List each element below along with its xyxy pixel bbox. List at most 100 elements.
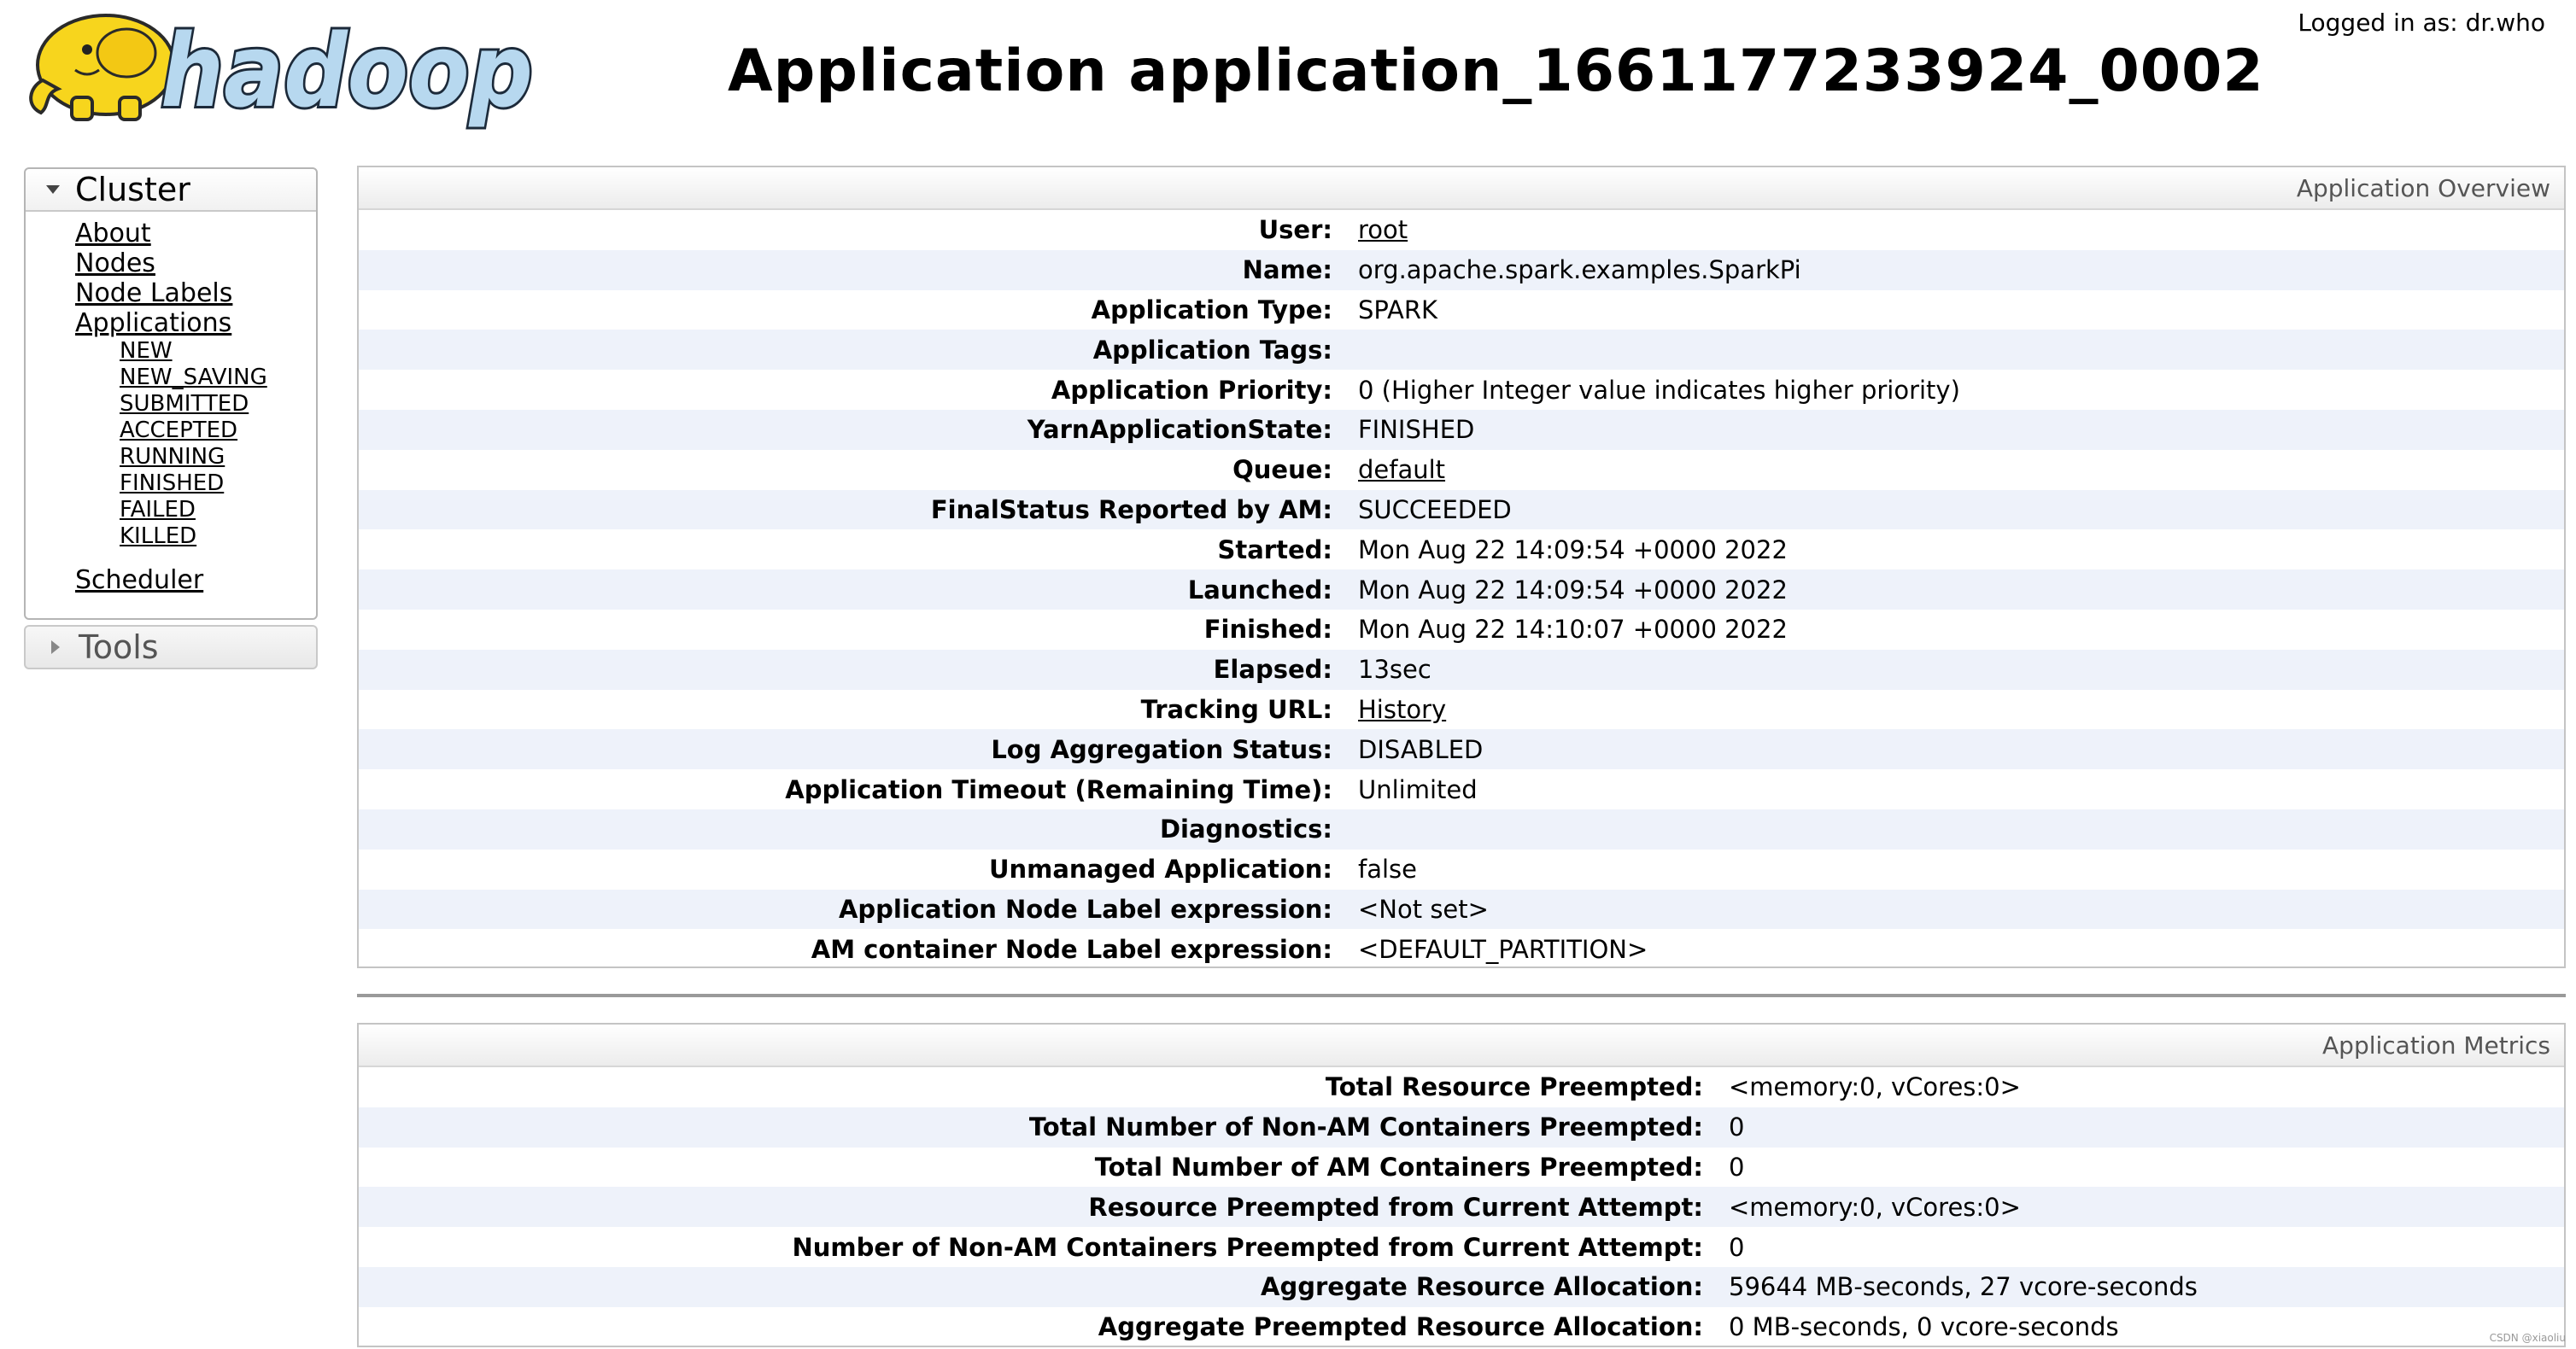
field-label: Application Tags: [1092,335,1332,365]
table-row: Total Resource Preempted: <memory:0, vCor… [359,1067,2564,1107]
app-state-killed[interactable]: KILLED [120,523,316,550]
cluster-title: Cluster [75,171,190,208]
field-value: Mon Aug 22 14:10:07 +0000 2022 [1358,615,1788,645]
field-label: Finished: [1203,615,1332,645]
field-label: Application Type: [1091,295,1332,324]
table-row: User: root [359,210,2564,250]
table-row: Aggregate Resource Allocation: 59644 MB-s… [359,1266,2564,1307]
table-row: Elapsed: 13sec [359,649,2564,690]
elephant-icon [29,14,176,121]
sidebar-item-nodes[interactable]: Nodes [75,248,316,278]
field-label: Log Aggregation Status: [991,734,1332,764]
table-row: Number of Non-AM Containers Preempted fr… [359,1227,2564,1267]
field-label: Launched: [1187,575,1332,604]
field-value-link[interactable]: root [1358,215,1408,244]
app-state-running[interactable]: RUNNING [120,444,316,470]
field-label: Total Number of AM Containers Preempted: [1094,1152,1703,1182]
app-state-finished[interactable]: FINISHED [120,470,316,497]
table-row: Unmanaged Application: false [359,850,2564,890]
logged-in-label: Logged in as: dr.who [2298,9,2545,37]
app-state-accepted[interactable]: ACCEPTED [120,418,316,444]
field-label: YarnApplicationState: [1027,415,1332,445]
table-row: Tracking URL: History [359,690,2564,730]
app-state-failed[interactable]: FAILED [120,497,316,523]
field-label: Name: [1242,255,1332,285]
field-label: Application Node Label expression: [838,894,1332,924]
field-label: Total Resource Preempted: [1325,1072,1703,1102]
tools-panel[interactable]: Tools [24,625,318,669]
watermark: CSDN @xiaoliu [2489,1332,2566,1344]
field-label: Elapsed: [1213,655,1332,685]
table-row: Started: Mon Aug 22 14:09:54 +0000 2022 [359,529,2564,569]
tools-title: Tools [79,628,159,666]
field-value: Mon Aug 22 14:09:54 +0000 2022 [1358,534,1788,564]
table-row: Resource Preempted from Current Attempt:… [359,1187,2564,1228]
table-row: Launched: Mon Aug 22 14:09:54 +0000 2022 [359,569,2564,610]
sidebar-item-scheduler[interactable]: Scheduler [75,565,316,595]
field-label: Total Number of Non-AM Containers Preemp… [1028,1112,1703,1142]
field-value: Unlimited [1358,774,1478,804]
field-value: 0 [1729,1112,1745,1142]
table-row: Name: org.apache.spark.examples.SparkPi [359,249,2564,290]
field-label: Resource Preempted from Current Attempt: [1088,1192,1703,1222]
field-value: <Not set> [1358,894,1489,924]
metrics-rows: Total Resource Preempted: <memory:0, vCor… [359,1067,2564,1347]
table-row: Application Node Label expression: <Not s… [359,889,2564,930]
page-title: Application application_1661177233924_00… [728,38,2264,105]
field-value-link[interactable]: History [1358,695,1446,724]
field-value: <memory:0, vCores:0> [1729,1192,2021,1222]
table-row: Finished: Mon Aug 22 14:10:07 +0000 2022 [359,610,2564,650]
sidebar-item-node-labels[interactable]: Node Labels [75,278,316,308]
field-label: Application Timeout (Remaining Time): [785,774,1332,804]
application-overview-panel: Application Overview User: root Name: org.a… [357,166,2566,968]
table-row: AM container Node Label expression: <DEFA… [359,929,2564,969]
field-value: SUCCEEDED [1358,494,1512,524]
sidebar-item-about[interactable]: About [75,219,316,248]
field-label: AM container Node Label expression: [811,934,1332,964]
table-row: Application Type: SPARK [359,290,2564,330]
field-value: 59644 MB-seconds, 27 vcore-seconds [1729,1272,2198,1302]
field-label: Tracking URL: [1140,694,1332,724]
field-value: 0 [1729,1232,1745,1262]
field-label: Diagnostics: [1159,815,1332,844]
field-value: <memory:0, vCores:0> [1729,1072,2021,1102]
cluster-header[interactable]: Cluster [26,169,316,212]
field-value-link[interactable]: default [1358,455,1445,484]
field-label: Aggregate Preempted Resource Allocation: [1098,1312,1703,1342]
chevron-down-icon [46,185,60,194]
table-row: Total Number of AM Containers Preempted:… [359,1148,2564,1188]
app-state-submitted[interactable]: SUBMITTED [120,391,316,418]
overview-rows: User: root Name: org.apache.spark.examples.… [359,210,2564,969]
cluster-panel: Cluster About Nodes Node Labels Applicat… [24,167,318,620]
app-state-new[interactable]: NEW [120,338,316,365]
field-label: Number of Non-AM Containers Preempted fr… [792,1232,1703,1262]
table-row: Total Number of Non-AM Containers Preemp… [359,1107,2564,1148]
sidebar-item-applications[interactable]: Applications [75,308,316,338]
table-row: Application Priority: 0 (Higher Integer v… [359,370,2564,410]
table-row: Application Tags: [359,330,2564,371]
table-row: Application Timeout (Remaining Time): Unl… [359,769,2564,809]
app-state-list: NEW NEW_SAVING SUBMITTED ACCEPTED RUNNIN… [75,338,316,550]
field-value: 0 MB-seconds, 0 vcore-seconds [1729,1312,2119,1342]
metrics-header: Application Metrics [359,1025,2564,1067]
app-state-new-saving[interactable]: NEW_SAVING [120,365,316,391]
field-label: Aggregate Resource Allocation: [1261,1272,1703,1302]
field-value: <DEFAULT_PARTITION> [1358,934,1648,964]
overview-header: Application Overview [359,167,2564,210]
table-row: Log Aggregation Status: DISABLED [359,729,2564,770]
field-value: 0 [1729,1152,1745,1182]
field-value: FINISHED [1358,415,1475,445]
application-metrics-panel: Application Metrics Total Resource Preem… [357,1023,2566,1347]
chevron-right-icon [51,640,60,654]
table-row: Aggregate Preempted Resource Allocation:… [359,1307,2564,1347]
section-divider [357,994,2566,997]
field-label: Unmanaged Application: [988,855,1332,885]
field-value: SPARK [1358,295,1438,324]
field-value: 0 (Higher Integer value indicates higher… [1358,375,1960,405]
field-label: Started: [1217,534,1332,564]
field-label: Application Priority: [1051,375,1332,405]
table-row: Diagnostics: [359,809,2564,850]
hadoop-logo: hadoop [24,5,540,132]
field-value: org.apache.spark.examples.SparkPi [1358,255,1801,285]
field-value: false [1358,855,1417,885]
